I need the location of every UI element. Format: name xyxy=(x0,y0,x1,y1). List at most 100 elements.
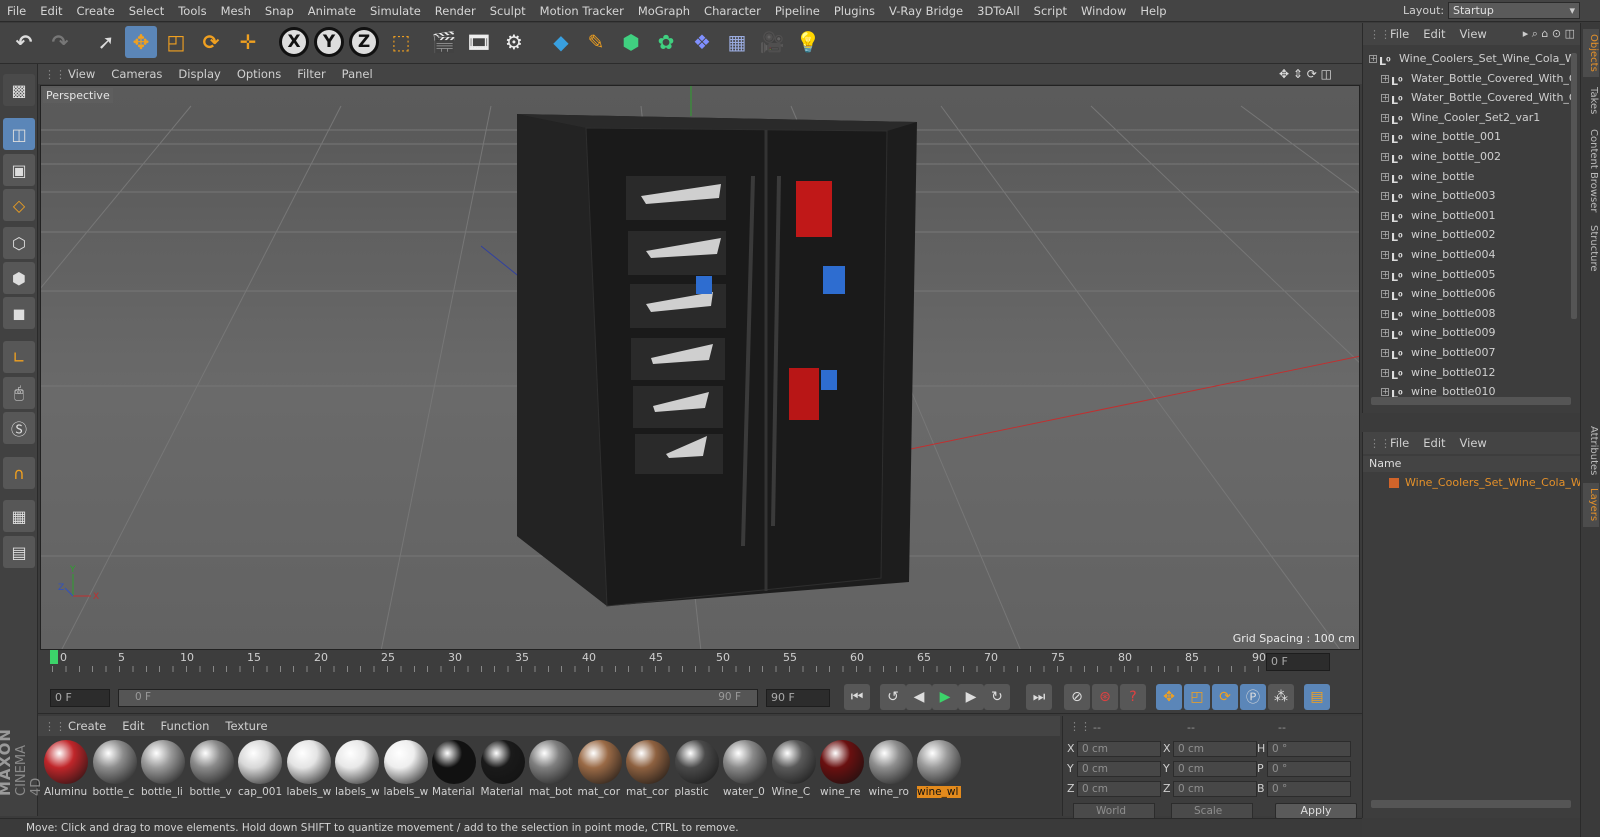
menu-snap[interactable]: Snap xyxy=(258,4,301,18)
expand-icon[interactable]: + xyxy=(1381,349,1389,357)
key-parameter-icon[interactable]: Ⓟ xyxy=(1240,684,1266,710)
object-row[interactable]: + L⁰ wine_bottle005 xyxy=(1363,265,1573,285)
material-swatch[interactable]: labels_w xyxy=(335,740,379,800)
points-mode-icon[interactable]: ⬡ xyxy=(3,227,35,259)
go-to-start-icon[interactable]: ⏮ xyxy=(844,684,870,710)
viewport-perspective[interactable]: Y X Z Perspective Grid Spacing : 100 cm xyxy=(40,85,1360,650)
object-row[interactable]: + L⁰ wine_bottle003 xyxy=(1363,186,1573,206)
coord-value-field[interactable]: 0 ° xyxy=(1267,741,1351,757)
vp-menu-filter[interactable]: Filter xyxy=(289,67,333,81)
expand-icon[interactable]: + xyxy=(1381,388,1389,397)
menu-plugins[interactable]: Plugins xyxy=(827,4,882,18)
next-key-icon[interactable]: ↻ xyxy=(984,684,1010,710)
tab-layers[interactable]: Layers xyxy=(1583,483,1599,527)
vp-menu-display[interactable]: Display xyxy=(170,67,228,81)
mat-menu-texture[interactable]: Texture xyxy=(217,719,275,733)
pen-spline-icon[interactable]: ✎ xyxy=(580,26,612,58)
expand-icon[interactable]: + xyxy=(1381,329,1389,338)
object-row[interactable]: + L⁰ wine_bottle009 xyxy=(1363,323,1573,343)
coord-value-field[interactable]: 0 cm xyxy=(1173,761,1257,777)
menu-mograph[interactable]: MoGraph xyxy=(631,4,697,18)
material-swatch[interactable]: bottle_c xyxy=(92,740,137,800)
workplane-icon[interactable]: ◇ xyxy=(3,189,35,221)
material-swatch[interactable]: wine_re xyxy=(820,740,864,800)
material-swatch[interactable]: Wine_C xyxy=(771,740,816,800)
polygons-mode-icon[interactable]: ◼ xyxy=(3,297,35,329)
layer-menu-edit[interactable]: Edit xyxy=(1416,436,1452,450)
object-row[interactable]: + L⁰ wine_bottle xyxy=(1363,167,1573,187)
record-active-icon[interactable]: ⊘ xyxy=(1064,684,1090,710)
menu-file[interactable]: File xyxy=(0,4,33,18)
object-row[interactable]: + L⁰ Water_Bottle_Covered_With_C xyxy=(1363,88,1573,108)
coord-value-field[interactable]: 0 cm xyxy=(1077,781,1161,797)
layer-row[interactable]: Wine_Coolers_Set_Wine_Cola_Wa xyxy=(1363,474,1581,492)
lock-workplane-icon[interactable]: ▦ xyxy=(3,500,35,532)
menu-select[interactable]: Select xyxy=(122,4,171,18)
menu-window[interactable]: Window xyxy=(1074,4,1133,18)
make-editable-icon[interactable]: ▩ xyxy=(3,74,35,106)
viewport-nav-icon[interactable]: ✥ ⇕ ⟳ ◫ xyxy=(1279,67,1332,81)
apply-button[interactable]: Apply xyxy=(1275,803,1357,819)
object-row[interactable]: + L⁰ wine_bottle_001 xyxy=(1363,127,1573,147)
previous-frame-icon[interactable]: ◀ xyxy=(906,684,932,710)
tab-takes[interactable]: Takes xyxy=(1583,83,1599,119)
expand-icon[interactable]: + xyxy=(1381,133,1389,142)
menu-render[interactable]: Render xyxy=(428,4,483,18)
coord-value-field[interactable]: 0 ° xyxy=(1267,781,1351,797)
material-swatch[interactable]: plastic xyxy=(674,740,719,800)
material-swatch[interactable]: wine_wl xyxy=(917,740,961,800)
expand-icon[interactable]: + xyxy=(1381,309,1389,318)
menu-character[interactable]: Character xyxy=(697,4,768,18)
menu-script[interactable]: Script xyxy=(1027,4,1074,18)
material-swatch[interactable]: water_0 xyxy=(723,740,767,800)
mat-menu-create[interactable]: Create xyxy=(60,719,114,733)
edges-mode-icon[interactable]: ⬢ xyxy=(3,262,35,294)
object-row[interactable]: + L⁰ wine_bottle008 xyxy=(1363,304,1573,324)
expand-icon[interactable]: + xyxy=(1381,231,1389,240)
coordinate-mode-dropdown[interactable]: World xyxy=(1073,803,1155,819)
coord-value-field[interactable]: 0 cm xyxy=(1173,781,1257,797)
expand-icon[interactable]: + xyxy=(1381,368,1389,377)
undo-icon[interactable]: ↶ xyxy=(8,26,40,58)
material-swatch[interactable]: mat_bot xyxy=(529,740,573,800)
object-row[interactable]: + L⁰ wine_bottle006 xyxy=(1363,284,1573,304)
min-frame-field[interactable]: 0 F xyxy=(50,689,110,707)
tab-objects[interactable]: Objects xyxy=(1583,29,1599,77)
vp-menu-options[interactable]: Options xyxy=(229,67,289,81)
autokey-icon[interactable]: ⊛ xyxy=(1092,684,1118,710)
timeline-ruler[interactable]: 0 5 10 15 20 25 30 35 40 45 50 55 60 65 … xyxy=(38,650,1362,680)
expand-icon[interactable]: + xyxy=(1381,74,1389,83)
menu-vray-bridge[interactable]: V-Ray Bridge xyxy=(882,4,970,18)
x-axis-button[interactable]: X xyxy=(279,27,309,57)
scale-tool-icon[interactable]: ◰ xyxy=(160,26,192,58)
render-view-icon[interactable]: 🎬 xyxy=(428,26,460,58)
object-tree-scrollbar[interactable] xyxy=(1571,53,1577,319)
tab-attributes[interactable]: Attributes xyxy=(1583,423,1599,479)
object-row[interactable]: + L⁰ wine_bottle_002 xyxy=(1363,147,1573,167)
floor-icon[interactable]: ▦ xyxy=(721,26,753,58)
key-scale-icon[interactable]: ◰ xyxy=(1184,684,1210,710)
axis-mode-icon[interactable]: ∟ xyxy=(3,341,35,373)
wine-cooler-model[interactable] xyxy=(517,114,917,607)
live-selection-icon[interactable]: ➚ xyxy=(90,26,122,58)
expand-icon[interactable]: + xyxy=(1381,153,1389,161)
previous-key-icon[interactable]: ↺ xyxy=(880,684,906,710)
texture-mode-icon[interactable]: ▣ xyxy=(3,154,35,186)
expand-icon[interactable]: + xyxy=(1381,270,1389,279)
material-swatch[interactable]: mat_cor xyxy=(626,740,670,800)
mat-menu-edit[interactable]: Edit xyxy=(114,719,152,733)
tab-content-browser[interactable]: Content Browser xyxy=(1583,123,1599,219)
layer-hscrollbar[interactable] xyxy=(1371,800,1571,808)
material-swatch[interactable]: Aluminu xyxy=(44,740,88,800)
go-to-end-icon[interactable]: ⏭ xyxy=(1026,684,1052,710)
max-frame-field[interactable]: 90 F xyxy=(766,689,830,707)
expand-icon[interactable]: + xyxy=(1381,290,1389,299)
object-row[interactable]: + L⁰ Wine_Cooler_Set2_var1 xyxy=(1363,108,1573,128)
coord-value-field[interactable]: 0 cm xyxy=(1173,741,1257,757)
coord-value-field[interactable]: 0 cm xyxy=(1077,761,1161,777)
menu-animate[interactable]: Animate xyxy=(301,4,363,18)
expand-icon[interactable]: + xyxy=(1381,251,1389,259)
keyframe-selection-icon[interactable]: ? xyxy=(1120,684,1146,710)
cube-icon[interactable]: ◆ xyxy=(545,26,577,58)
material-swatch[interactable]: labels_w xyxy=(286,740,331,800)
